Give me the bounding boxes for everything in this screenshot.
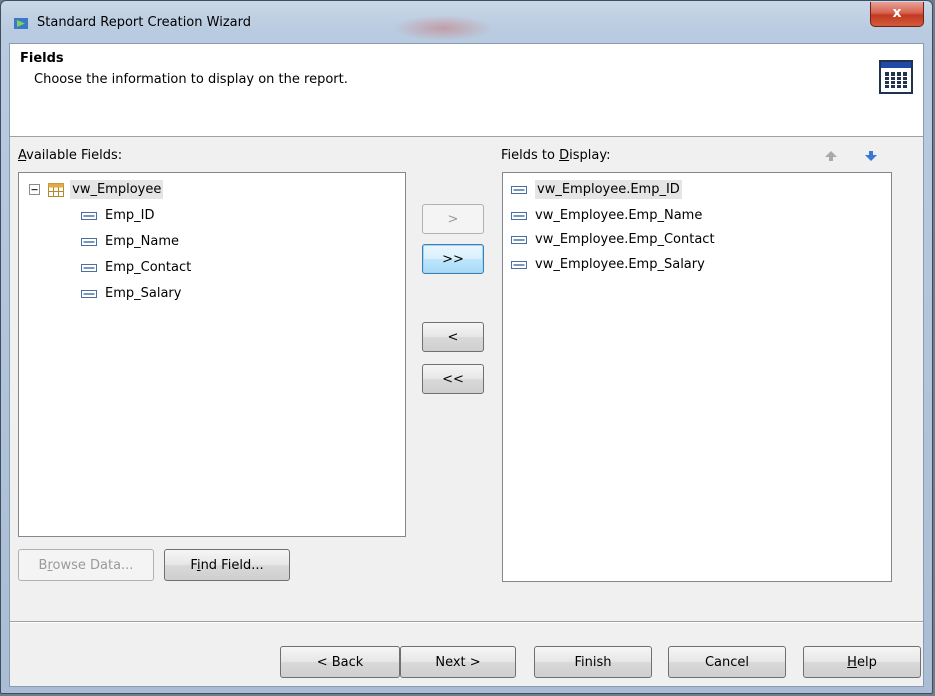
field-icon xyxy=(81,263,97,272)
back-button[interactable]: < Back xyxy=(280,646,400,678)
tree-node-table[interactable]: vw_Employee xyxy=(29,179,164,201)
tree-item-field[interactable]: Emp_ID xyxy=(81,205,154,227)
collapse-icon[interactable] xyxy=(29,184,40,195)
close-icon: x xyxy=(892,5,902,21)
app-icon xyxy=(14,18,28,29)
move-down-icon[interactable] xyxy=(865,151,877,161)
close-button[interactable]: x xyxy=(870,2,924,27)
report-fields-icon xyxy=(879,60,913,94)
title-glow xyxy=(393,15,493,41)
list-item[interactable]: vw_Employee.Emp_Name xyxy=(511,205,702,227)
table-name: vw_Employee xyxy=(70,180,164,199)
page-title: Fields xyxy=(20,51,64,66)
field-icon xyxy=(81,289,97,298)
tree-item-field[interactable]: Emp_Name xyxy=(81,231,179,253)
finish-button[interactable]: Finish xyxy=(534,646,652,678)
window-title: Standard Report Creation Wizard xyxy=(37,15,251,30)
field-icon xyxy=(511,211,527,220)
table-icon xyxy=(48,182,65,197)
available-fields-tree[interactable]: vw_Employee Emp_ID Emp_Name Emp_Contact … xyxy=(18,172,406,537)
available-fields-label: Available Fields: xyxy=(18,148,123,163)
cancel-button[interactable]: Cancel xyxy=(668,646,786,678)
wizard-header: Fields Choose the information to display… xyxy=(10,44,923,137)
next-button[interactable]: Next > xyxy=(400,646,516,678)
remove-field-button[interactable]: < xyxy=(422,322,484,352)
help-button[interactable]: Help xyxy=(803,646,921,678)
dialog-client: Fields Choose the information to display… xyxy=(9,43,924,687)
field-icon xyxy=(81,237,97,246)
footer-separator xyxy=(10,621,923,623)
remove-all-fields-button[interactable]: << xyxy=(422,364,484,394)
move-up-icon[interactable] xyxy=(825,151,837,161)
tree-item-field[interactable]: Emp_Contact xyxy=(81,257,191,279)
fields-to-display-list[interactable]: vw_Employee.Emp_ID vw_Employee.Emp_Name … xyxy=(502,172,892,582)
tree-item-field[interactable]: Emp_Salary xyxy=(81,283,181,305)
add-all-fields-button[interactable]: >> xyxy=(422,244,484,274)
fields-to-display-label: Fields to Display: xyxy=(501,148,611,163)
list-item[interactable]: vw_Employee.Emp_Contact xyxy=(511,229,715,251)
title-bar[interactable]: Standard Report Creation Wizard x xyxy=(1,1,932,43)
find-field-button[interactable]: Find Field... xyxy=(164,549,290,581)
field-icon xyxy=(511,235,527,244)
page-subtitle: Choose the information to display on the… xyxy=(34,72,348,87)
list-item[interactable]: vw_Employee.Emp_Salary xyxy=(511,254,705,276)
field-icon xyxy=(511,260,527,269)
list-item[interactable]: vw_Employee.Emp_ID xyxy=(511,179,682,201)
wizard-window: Standard Report Creation Wizard x Fields… xyxy=(0,0,933,694)
field-icon xyxy=(511,185,527,194)
field-icon xyxy=(81,211,97,220)
browse-data-button[interactable]: Browse Data... xyxy=(18,549,154,581)
add-field-button[interactable]: > xyxy=(422,204,484,234)
